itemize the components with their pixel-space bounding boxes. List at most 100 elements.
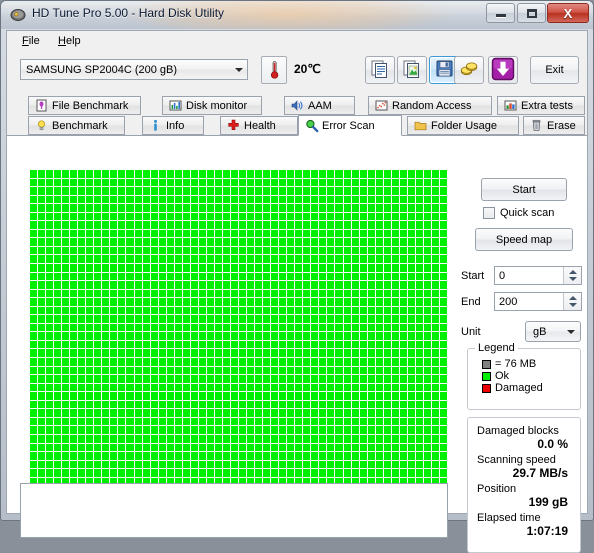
spinner-up-icon[interactable] xyxy=(569,270,577,274)
scan-block xyxy=(263,461,270,469)
unit-select[interactable]: gB xyxy=(525,321,581,342)
magnifier-icon xyxy=(305,119,318,132)
scan-block xyxy=(279,435,286,443)
scan-block xyxy=(183,264,190,272)
end-input[interactable]: 200 xyxy=(494,292,582,311)
scan-block xyxy=(400,213,407,221)
scan-block xyxy=(440,196,447,204)
scan-block xyxy=(110,469,117,477)
checkbox-box[interactable] xyxy=(483,207,495,219)
scan-block xyxy=(239,392,246,400)
device-select[interactable]: SAMSUNG SP2004C (200 gB) xyxy=(20,59,248,80)
minimize-button[interactable] xyxy=(486,3,515,23)
speed-map-button-label: Speed map xyxy=(496,234,552,246)
scan-block xyxy=(295,332,302,340)
scan-block xyxy=(384,281,391,289)
scan-block xyxy=(86,273,93,281)
scan-block xyxy=(102,196,109,204)
scan-block xyxy=(126,469,133,477)
start-spinner[interactable] xyxy=(563,267,581,284)
extra-tests-icon xyxy=(504,99,517,112)
scan-block xyxy=(271,461,278,469)
scan-block xyxy=(408,418,415,426)
scan-block xyxy=(126,367,133,375)
scan-block xyxy=(239,324,246,332)
copy-text-button[interactable] xyxy=(365,56,395,84)
tab-info[interactable]: Info xyxy=(142,116,204,135)
scan-block xyxy=(38,281,45,289)
scan-block xyxy=(70,204,77,212)
spinner-down-icon[interactable] xyxy=(569,277,577,281)
download-button[interactable] xyxy=(488,56,518,84)
start-button[interactable]: Start xyxy=(481,178,567,201)
legend-label: Ok xyxy=(495,370,509,382)
scan-block-grid[interactable] xyxy=(30,170,447,481)
scan-block xyxy=(271,452,278,460)
tab-aam[interactable]: AAM xyxy=(284,96,355,115)
scan-block xyxy=(215,307,222,315)
scan-block xyxy=(239,290,246,298)
scan-block xyxy=(223,367,230,375)
start-input[interactable]: 0 xyxy=(494,266,582,285)
scan-block xyxy=(207,461,214,469)
tab-random-access[interactable]: Random Access xyxy=(368,96,492,115)
scan-block xyxy=(126,238,133,246)
scan-block xyxy=(344,307,351,315)
tab-error-scan[interactable]: Error Scan xyxy=(298,115,402,136)
options-button[interactable] xyxy=(454,56,484,84)
scan-block xyxy=(247,196,254,204)
tab-benchmark[interactable]: Benchmark xyxy=(28,116,125,135)
scan-block xyxy=(143,281,150,289)
scan-block xyxy=(102,435,109,443)
scan-block xyxy=(102,469,109,477)
scan-block xyxy=(327,384,334,392)
scan-block xyxy=(151,426,158,434)
spinner-up-icon[interactable] xyxy=(569,296,577,300)
scan-block xyxy=(159,170,166,178)
copy-image-button[interactable] xyxy=(397,56,427,84)
quick-scan-checkbox[interactable]: Quick scan xyxy=(483,207,554,219)
scan-block xyxy=(38,298,45,306)
scan-block xyxy=(207,332,214,340)
scan-block xyxy=(440,307,447,315)
scan-block xyxy=(135,392,142,400)
close-button[interactable]: X xyxy=(547,3,589,23)
scan-block xyxy=(191,435,198,443)
menu-help[interactable]: Help xyxy=(51,34,88,48)
scan-block xyxy=(360,298,367,306)
scan-block xyxy=(223,238,230,246)
maximize-button[interactable] xyxy=(517,3,546,23)
scan-block xyxy=(78,332,85,340)
scan-block xyxy=(360,247,367,255)
tab-health[interactable]: Health xyxy=(220,116,298,135)
error-scan-map[interactable] xyxy=(30,170,447,481)
tab-extra-tests[interactable]: Extra tests xyxy=(497,96,585,115)
scan-block xyxy=(271,409,278,417)
tab-folder-usage[interactable]: Folder Usage xyxy=(407,116,519,135)
scan-block xyxy=(199,444,206,452)
end-spinner[interactable] xyxy=(563,293,581,310)
toolbar: SAMSUNG SP2004C (200 gB) 20℃ xyxy=(7,51,587,95)
scan-block xyxy=(416,298,423,306)
scan-block xyxy=(159,187,166,195)
menu-file[interactable]: File xyxy=(15,34,47,48)
scan-block xyxy=(54,452,61,460)
speed-map-button[interactable]: Speed map xyxy=(475,228,573,251)
scan-block xyxy=(54,409,61,417)
scan-block xyxy=(303,204,310,212)
scan-block xyxy=(392,452,399,460)
tab-file-benchmark[interactable]: File Benchmark xyxy=(28,96,141,115)
scan-block xyxy=(94,452,101,460)
scan-block xyxy=(440,247,447,255)
scan-block xyxy=(191,238,198,246)
tab-disk-monitor[interactable]: Disk monitor xyxy=(162,96,262,115)
scan-block xyxy=(94,375,101,383)
tab-erase[interactable]: Erase xyxy=(523,116,585,135)
scan-block xyxy=(384,247,391,255)
spinner-down-icon[interactable] xyxy=(569,303,577,307)
scan-block xyxy=(271,444,278,452)
scan-block xyxy=(30,358,37,366)
exit-button[interactable]: Exit xyxy=(530,56,579,84)
scan-block xyxy=(86,247,93,255)
scan-block xyxy=(400,264,407,272)
